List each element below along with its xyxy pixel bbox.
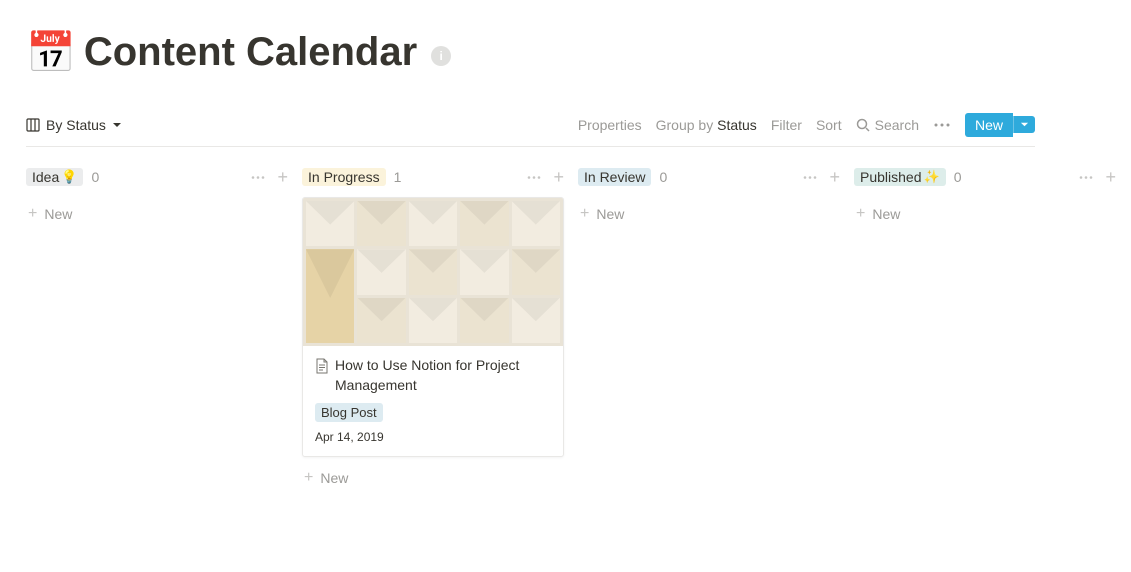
column-more-button[interactable] xyxy=(525,168,543,186)
plus-icon: + xyxy=(580,205,589,223)
dots-icon xyxy=(803,176,817,179)
card-title: How to Use Notion for Project Management xyxy=(335,356,551,395)
sort-button[interactable]: Sort xyxy=(816,117,842,133)
add-card-label: New xyxy=(320,470,348,486)
column-label: In Progress xyxy=(308,169,380,185)
column-add-button[interactable]: + xyxy=(553,168,564,186)
column-label: Published xyxy=(860,169,922,185)
column-add-button[interactable]: + xyxy=(277,168,288,186)
card-cover-image xyxy=(303,198,563,346)
toolbar: By Status Properties Group by Status Fil… xyxy=(26,103,1035,147)
page-icon xyxy=(315,358,329,374)
group-by-prefix: Group by xyxy=(656,117,717,133)
column-count: 1 xyxy=(394,169,402,185)
sparkles-icon: ✨ xyxy=(924,169,940,185)
column-header: Published ✨ 0 + xyxy=(854,161,1116,193)
column-in-progress: In Progress 1 + xyxy=(302,161,564,493)
plus-icon: + xyxy=(304,469,313,487)
column-tag[interactable]: Published ✨ xyxy=(854,168,946,186)
column-add-button[interactable]: + xyxy=(829,168,840,186)
column-count: 0 xyxy=(91,169,99,185)
dots-icon xyxy=(1079,176,1093,179)
add-card-label: New xyxy=(44,206,72,222)
column-more-button[interactable] xyxy=(249,168,267,186)
column-header: In Review 0 + xyxy=(578,161,840,193)
column-label: Idea xyxy=(32,169,59,185)
column-label: In Review xyxy=(584,169,645,185)
search-label: Search xyxy=(875,117,919,133)
new-button-dropdown[interactable] xyxy=(1013,116,1035,133)
more-options-button[interactable] xyxy=(933,116,951,134)
view-name: By Status xyxy=(46,117,106,133)
group-by-value: Status xyxy=(717,117,757,133)
board: Idea 💡 0 + + New In Progress xyxy=(26,147,1035,493)
add-card-label: New xyxy=(596,206,624,222)
dots-icon xyxy=(934,123,950,127)
add-card-button[interactable]: + New xyxy=(578,199,840,229)
chevron-down-icon xyxy=(112,120,122,130)
card-date: Apr 14, 2019 xyxy=(315,430,551,444)
search-button[interactable]: Search xyxy=(856,117,919,133)
page-title[interactable]: Content Calendar xyxy=(84,30,417,75)
column-tag[interactable]: In Review xyxy=(578,168,651,186)
column-more-button[interactable] xyxy=(801,168,819,186)
filter-button[interactable]: Filter xyxy=(771,117,802,133)
column-count: 0 xyxy=(659,169,667,185)
column-published: Published ✨ 0 + + New xyxy=(854,161,1116,493)
column-tag[interactable]: Idea 💡 xyxy=(26,168,83,186)
add-card-button[interactable]: + New xyxy=(302,463,564,493)
info-icon[interactable]: i xyxy=(431,46,451,66)
add-card-label: New xyxy=(872,206,900,222)
column-header: Idea 💡 0 + xyxy=(26,161,288,193)
add-card-button[interactable]: + New xyxy=(854,199,1116,229)
card[interactable]: How to Use Notion for Project Management… xyxy=(302,197,564,457)
lightbulb-icon: 💡 xyxy=(61,169,77,185)
add-card-button[interactable]: + New xyxy=(26,199,288,229)
column-more-button[interactable] xyxy=(1077,168,1095,186)
title-row: 📅 Content Calendar i xyxy=(26,30,1035,75)
plus-icon: + xyxy=(856,205,865,223)
group-by-button[interactable]: Group by Status xyxy=(656,117,757,133)
page-emoji-icon[interactable]: 📅 xyxy=(26,33,76,73)
board-icon xyxy=(26,118,40,132)
chevron-down-icon xyxy=(1020,120,1029,129)
column-add-button[interactable]: + xyxy=(1105,168,1116,186)
dots-icon xyxy=(527,176,541,179)
plus-icon: + xyxy=(28,205,37,223)
column-in-review: In Review 0 + + New xyxy=(578,161,840,493)
properties-button[interactable]: Properties xyxy=(578,117,642,133)
dots-icon xyxy=(251,176,265,179)
column-tag[interactable]: In Progress xyxy=(302,168,386,186)
card-tag: Blog Post xyxy=(315,403,383,422)
column-idea: Idea 💡 0 + + New xyxy=(26,161,288,493)
search-icon xyxy=(856,118,870,132)
column-header: In Progress 1 + xyxy=(302,161,564,193)
view-selector[interactable]: By Status xyxy=(26,117,122,133)
new-button[interactable]: New xyxy=(965,113,1013,137)
column-count: 0 xyxy=(954,169,962,185)
